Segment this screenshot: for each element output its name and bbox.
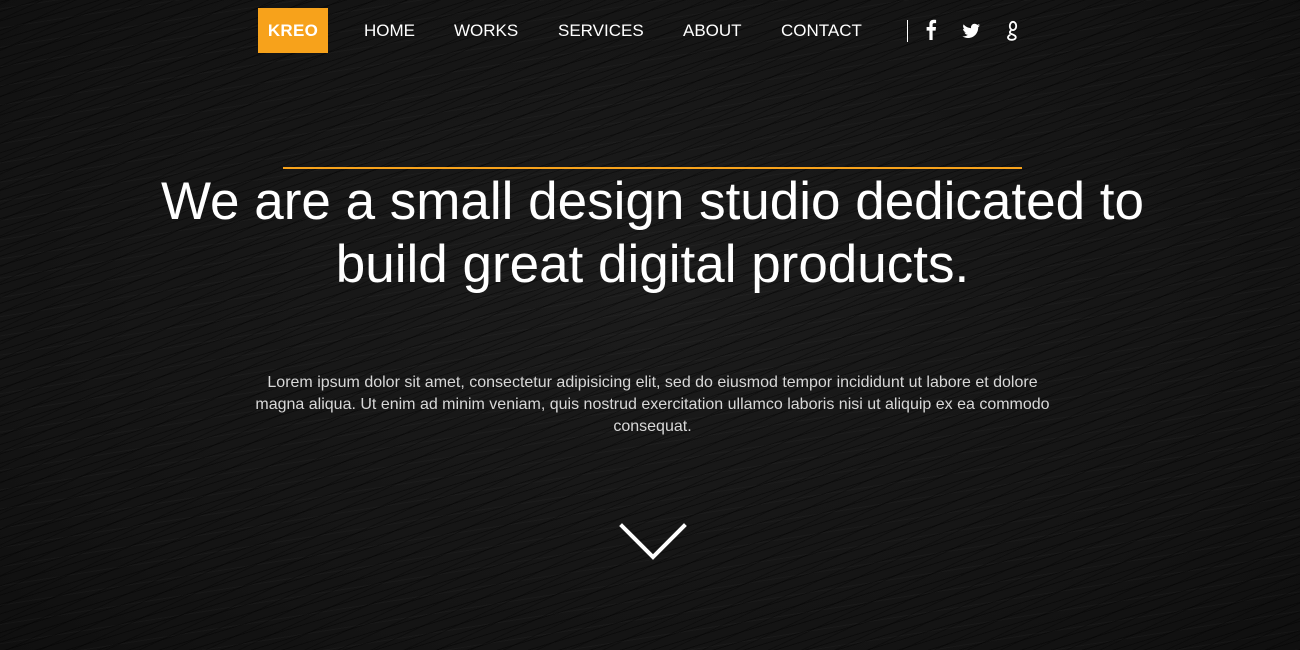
nav-item-home[interactable]: HOME <box>364 20 415 42</box>
twitter-icon[interactable] <box>961 18 981 42</box>
hero-headline: We are a small design studio dedicated t… <box>160 172 1145 294</box>
logo[interactable]: KREO <box>258 8 328 53</box>
hero-lead-text: Lorem ipsum dolor sit amet, consectetur … <box>255 374 1050 435</box>
nav-item-works[interactable]: WORKS <box>454 20 518 42</box>
nav-divider <box>907 20 908 42</box>
chevron-down-icon[interactable] <box>619 522 687 562</box>
facebook-icon[interactable] <box>925 18 937 42</box>
headline-accent-line <box>283 167 1022 169</box>
page: KREO HOME WORKS SERVICES ABOUT CONTACT W… <box>0 0 1300 650</box>
nav-item-contact[interactable]: CONTACT <box>781 20 862 42</box>
nav-item-about[interactable]: ABOUT <box>683 20 742 42</box>
google-plus-icon[interactable] <box>1005 18 1021 42</box>
nav-item-services[interactable]: SERVICES <box>558 20 644 42</box>
